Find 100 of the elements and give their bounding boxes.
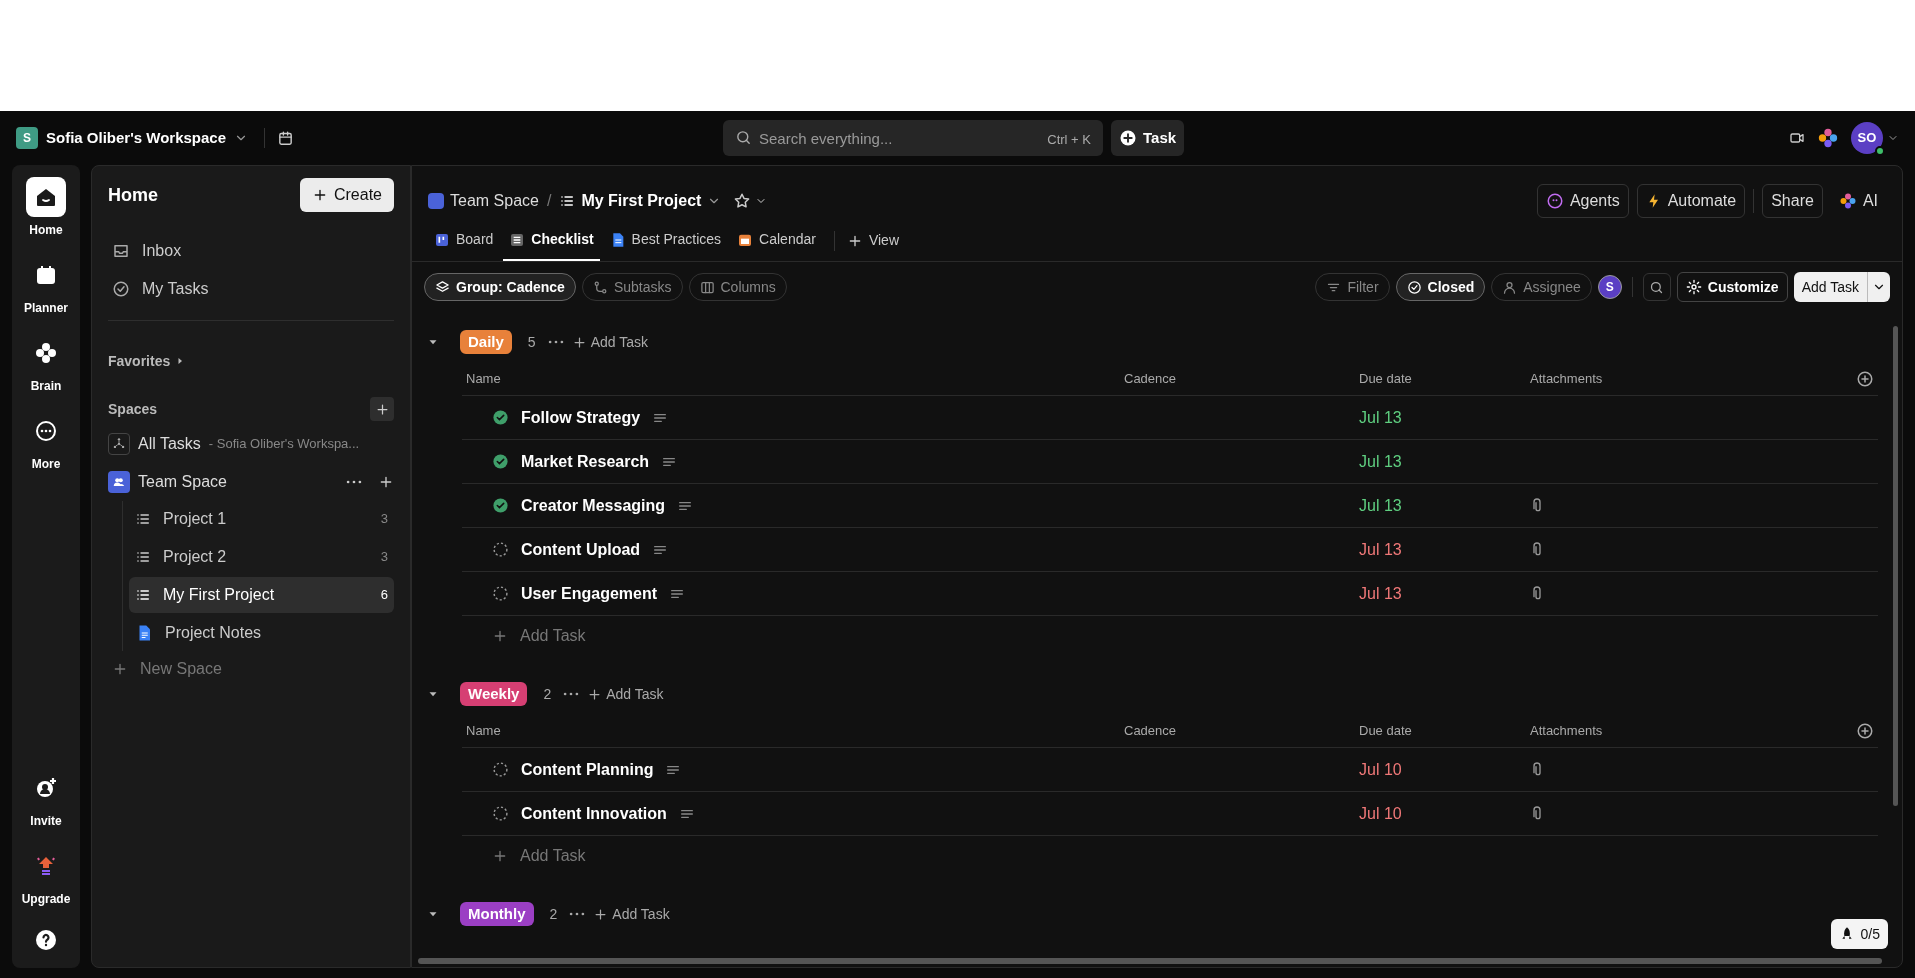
rail-nav-button[interactable]: Upgrade xyxy=(21,846,71,908)
due-date[interactable]: Jul 13 xyxy=(1359,537,1530,562)
space-name[interactable]: Team Space xyxy=(138,470,338,494)
due-date[interactable]: Jul 13 xyxy=(1359,493,1530,518)
breadcrumb-link[interactable]: Team Space xyxy=(428,189,539,213)
plus-circle-icon xyxy=(1119,129,1137,147)
plus-icon xyxy=(492,848,508,864)
column-header: Cadence xyxy=(1124,721,1178,740)
task-name[interactable]: Creator Messaging xyxy=(521,493,666,518)
sidebar-list-item[interactable]: My First Project 6 xyxy=(129,577,394,613)
list-icon xyxy=(135,587,151,603)
sidebar-list-item[interactable]: Project 2 3 xyxy=(129,539,394,575)
header-action-button[interactable]: Agents xyxy=(1536,184,1629,218)
more-circle-icon xyxy=(34,419,58,443)
view-tab[interactable]: Calendar xyxy=(731,220,822,261)
new-space-button[interactable]: New Space xyxy=(108,651,394,687)
team-space-icon xyxy=(428,193,444,209)
due-date[interactable]: Jul 13 xyxy=(1359,581,1530,606)
calendar-icon xyxy=(34,263,58,287)
view-tab[interactable]: Checklist xyxy=(503,220,600,261)
due-date[interactable]: Jul 10 xyxy=(1359,801,1530,826)
help-button[interactable] xyxy=(34,928,58,952)
list-icon xyxy=(135,511,151,527)
task-name[interactable]: Content Upload xyxy=(521,537,641,562)
due-date[interactable]: Jul 13 xyxy=(1359,449,1530,474)
column-header: Cadence xyxy=(1124,369,1178,388)
calendar-button[interactable] xyxy=(277,129,295,147)
group-count: 2 xyxy=(543,684,552,704)
add-task-row[interactable]: Add Task xyxy=(462,836,586,876)
task-name[interactable]: Content Innovation xyxy=(521,801,667,826)
video-camera-icon xyxy=(1789,130,1805,146)
group-label[interactable]: Weekly xyxy=(460,682,528,706)
customize-button[interactable]: Customize xyxy=(1676,272,1788,302)
more-options-button[interactable] xyxy=(346,480,362,484)
rail-nav-button[interactable]: More xyxy=(26,411,66,473)
assignee-avatar[interactable]: S xyxy=(1597,275,1622,299)
check-circle-icon[interactable] xyxy=(492,497,509,514)
ai-button[interactable] xyxy=(1817,127,1839,149)
sidebar-nav-item[interactable]: Inbox xyxy=(108,232,394,270)
column-header: Name xyxy=(465,369,502,388)
add-task-button[interactable]: Add Task xyxy=(571,331,648,353)
search-button[interactable] xyxy=(1642,273,1671,301)
view-tab[interactable]: Board xyxy=(428,220,500,261)
task-name[interactable]: User Engagement xyxy=(521,581,658,606)
favorites-toggle[interactable]: Favorites xyxy=(108,345,394,377)
due-date[interactable]: Jul 10 xyxy=(1359,757,1530,782)
item-count: 3 xyxy=(380,548,388,567)
more-options-button[interactable] xyxy=(563,692,580,696)
plus-icon xyxy=(593,906,609,922)
network-icon xyxy=(112,437,126,451)
more-options-button[interactable] xyxy=(569,912,586,916)
workspace-switcher[interactable]: S Sofia Oliber's Workspace xyxy=(12,122,253,154)
check-circle-icon[interactable] xyxy=(492,409,509,426)
dashed-circle-icon[interactable] xyxy=(492,761,509,778)
add-task-row[interactable]: Add Task xyxy=(462,616,586,656)
sidebar-list-item[interactable]: Project 1 3 xyxy=(129,501,394,537)
filter-chip[interactable]: Group: Cadence xyxy=(424,273,576,301)
video-button[interactable] xyxy=(1789,130,1805,146)
column-header: Due date xyxy=(1359,721,1413,740)
breadcrumb-current[interactable]: My First Project xyxy=(559,189,722,213)
rail-nav-button[interactable]: Planner xyxy=(24,255,68,317)
header-action-button[interactable]: Share xyxy=(1762,184,1823,218)
add-task-button[interactable]: Add Task xyxy=(587,683,664,705)
plus-icon xyxy=(587,686,603,702)
settings-icon xyxy=(1685,279,1702,295)
task-name[interactable]: Content Planning xyxy=(521,757,654,782)
task-name[interactable]: Follow Strategy xyxy=(521,405,641,430)
new-task-button[interactable]: Task xyxy=(1111,120,1185,156)
header-action-button[interactable]: Automate xyxy=(1636,184,1746,218)
user-avatar[interactable]: SO xyxy=(1851,122,1883,154)
group-label[interactable]: Monthly xyxy=(460,902,534,926)
header-action-button[interactable]: AI xyxy=(1830,184,1886,218)
plus-icon xyxy=(112,661,128,677)
dashed-circle-icon[interactable] xyxy=(492,541,509,558)
dashed-circle-icon[interactable] xyxy=(492,805,509,822)
check-circle-icon[interactable] xyxy=(492,453,509,470)
task-name[interactable]: Market Research xyxy=(521,449,650,474)
add-task-button[interactable]: Add Task xyxy=(593,903,670,925)
favorite-button[interactable] xyxy=(733,192,768,210)
add-list-button[interactable] xyxy=(378,474,394,490)
rail-nav-button[interactable]: Brain xyxy=(26,333,66,395)
all-tasks-item[interactable]: All Tasks - Sofia Oliber's Workspa... xyxy=(108,425,394,463)
dashed-circle-icon[interactable] xyxy=(492,585,509,602)
sidebar-nav-item[interactable]: My Tasks xyxy=(108,270,394,308)
due-date[interactable]: Jul 13 xyxy=(1359,405,1530,430)
sidebar-list-item[interactable]: Project Notes xyxy=(129,615,394,651)
add-space-button[interactable] xyxy=(370,397,394,421)
add-view-button[interactable]: View xyxy=(842,230,903,251)
rail-nav-button[interactable]: Invite xyxy=(26,768,66,830)
more-icon xyxy=(563,692,580,696)
flower-icon xyxy=(34,341,58,365)
more-options-button[interactable] xyxy=(547,340,564,344)
add-column-button[interactable] xyxy=(1856,721,1874,740)
view-tab[interactable]: Best Practices xyxy=(603,220,728,261)
create-button[interactable]: Create xyxy=(299,178,394,212)
filter-chip[interactable]: Closed xyxy=(1395,273,1486,301)
progress-badge[interactable]: 0/5 xyxy=(1830,919,1888,949)
add-column-button[interactable] xyxy=(1856,369,1874,388)
sidebar-title: Home xyxy=(108,183,158,207)
subtasks-icon xyxy=(592,279,608,295)
